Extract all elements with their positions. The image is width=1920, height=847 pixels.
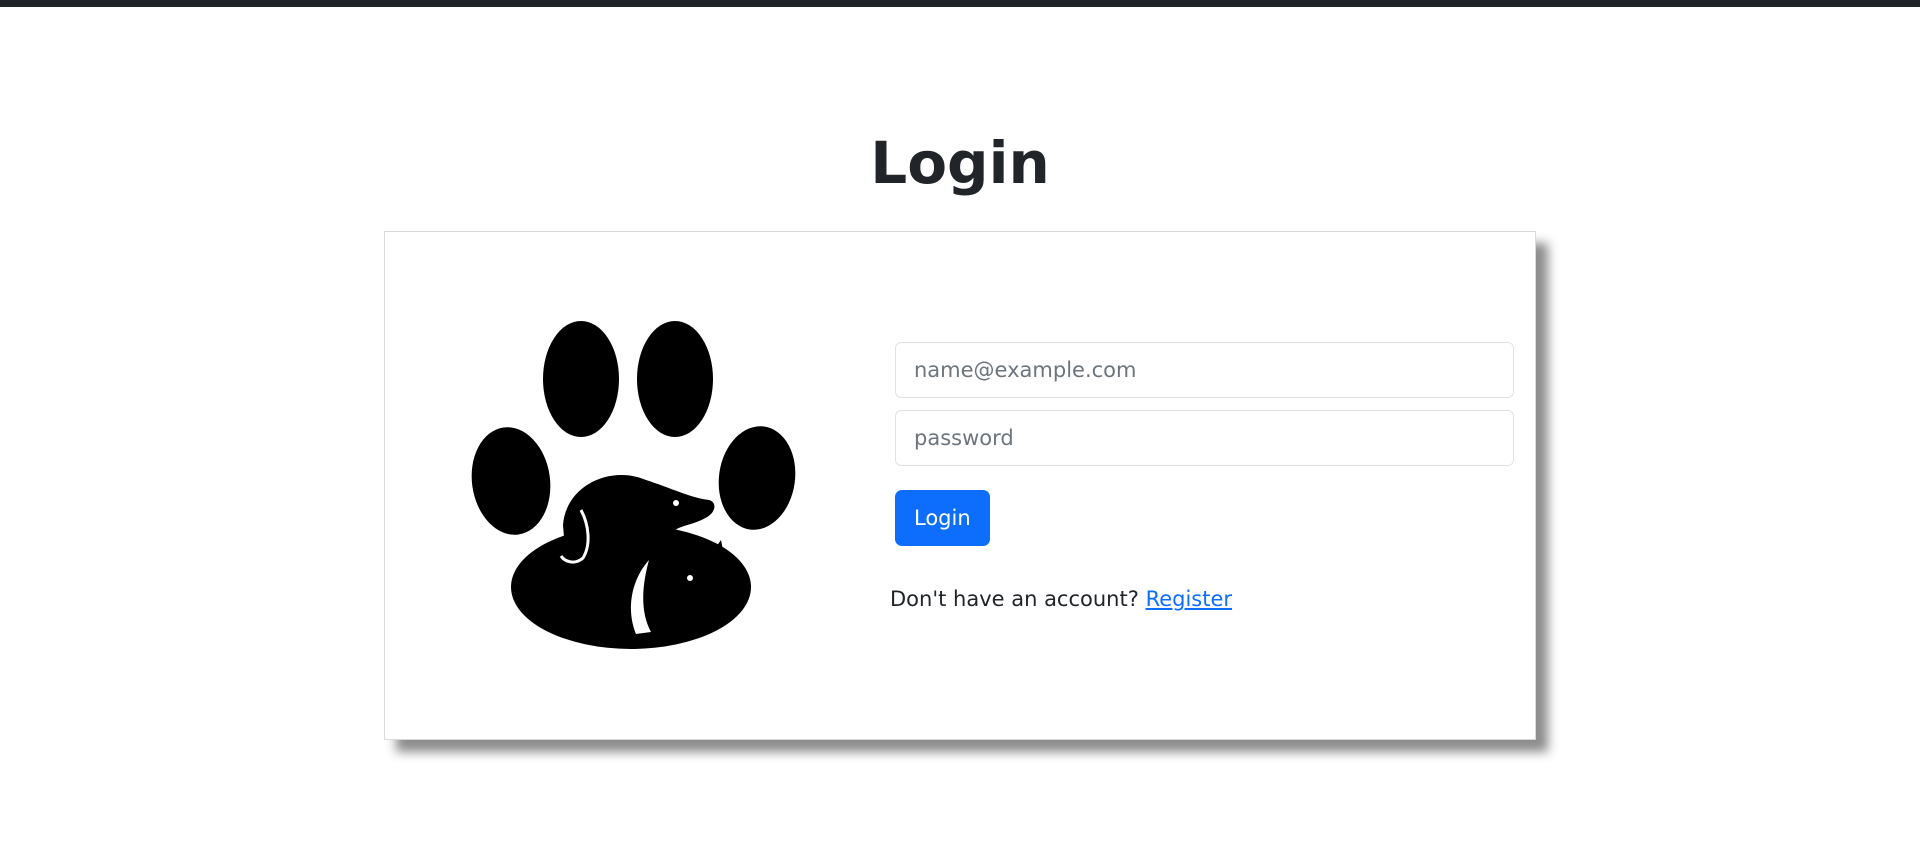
login-button[interactable]: Login (895, 490, 990, 546)
password-field[interactable] (895, 410, 1514, 466)
register-link[interactable]: Register (1146, 587, 1232, 611)
email-field[interactable] (895, 342, 1514, 398)
register-prompt-text: Don't have an account? (890, 587, 1139, 611)
paw-dog-cat-logo-icon (471, 320, 811, 650)
top-bar (0, 0, 1920, 7)
login-card: Login Don't have an account? Register (384, 231, 1536, 740)
register-prompt: Don't have an account? Register (890, 587, 1232, 611)
login-form: Login (895, 342, 1514, 546)
page-title: Login (870, 129, 1050, 197)
